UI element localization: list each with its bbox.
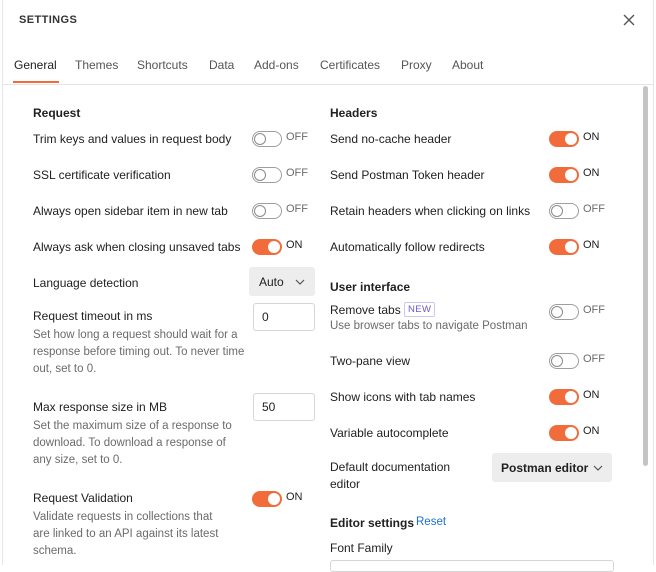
follow-redirects-state: ON (583, 239, 600, 251)
tab-icons-label: Show icons with tab names (330, 390, 476, 404)
retain-headers-toggle[interactable] (549, 203, 579, 219)
request-validation-description: Validate requests in collections that ar… (33, 511, 219, 557)
tab-proxy[interactable]: Proxy (401, 58, 432, 72)
tab-certificates[interactable]: Certificates (320, 58, 380, 72)
sidebar-new-tab-label: Always open sidebar item in new tab (33, 204, 228, 218)
no-cache-header-state: ON (583, 131, 600, 143)
language-detection-select[interactable]: Auto (249, 267, 315, 296)
postman-token-header-label: Send Postman Token header (330, 168, 485, 182)
two-pane-view-label: Two-pane view (330, 354, 411, 368)
retain-headers-state: OFF (583, 203, 605, 215)
ssl-verification-state: OFF (286, 167, 308, 179)
retain-headers-label: Retain headers when clicking on links (330, 204, 531, 218)
language-detection-label: Language detection (33, 276, 139, 290)
ssl-verification-label: SSL certificate verification (33, 168, 171, 182)
max-response-size-label: Max response size in MB (33, 400, 168, 414)
ssl-verification-toggle[interactable] (252, 167, 282, 183)
close-icon[interactable] (619, 10, 639, 30)
remove-tabs-label: Remove tabs (330, 303, 401, 317)
tab-about[interactable]: About (452, 58, 483, 72)
no-cache-header-label: Send no-cache header (330, 132, 452, 146)
max-response-size-description: Set the maximum size of a response to do… (33, 420, 232, 466)
font-family-input[interactable] (330, 560, 614, 572)
tab-general[interactable]: General (14, 58, 57, 72)
modal-title: SETTINGS (19, 14, 78, 26)
tab-icons-state: ON (583, 389, 600, 401)
new-badge: NEW (404, 302, 436, 317)
no-cache-header-toggle[interactable] (549, 131, 579, 147)
request-section-header: Request (33, 106, 81, 120)
settings-modal: SETTINGS General Themes Shortcuts Data A… (2, 0, 654, 572)
request-timeout-label: Request timeout in ms (33, 309, 153, 323)
ask-close-unsaved-label: Always ask when closing unsaved tabs (33, 240, 241, 254)
language-detection-value: Auto (259, 275, 284, 289)
tab-shortcuts[interactable]: Shortcuts (137, 58, 188, 72)
editor-settings-section-header: Editor settings (330, 516, 415, 530)
user-interface-section-header: User interface (330, 280, 411, 294)
trim-keys-toggle[interactable] (252, 131, 282, 147)
docs-editor-label-line2: editor (330, 477, 361, 491)
ask-close-unsaved-state: ON (286, 239, 303, 251)
request-validation-toggle[interactable] (252, 491, 282, 507)
postman-token-header-toggle[interactable] (549, 167, 579, 183)
two-pane-view-toggle[interactable] (549, 353, 579, 369)
request-timeout-input[interactable] (253, 303, 315, 331)
request-validation-label: Request Validation (33, 491, 133, 505)
remove-tabs-description: Use browser tabs to navigate Postman (330, 320, 528, 332)
variable-autocomplete-toggle[interactable] (549, 425, 579, 441)
sidebar-new-tab-toggle[interactable] (252, 203, 282, 219)
sidebar-new-tab-state: OFF (286, 203, 308, 215)
two-pane-view-state: OFF (583, 353, 605, 365)
headers-section-header: Headers (330, 106, 378, 120)
request-timeout-description: Set how long a request should wait for a… (33, 329, 245, 375)
follow-redirects-toggle[interactable] (549, 239, 579, 255)
active-tab-indicator (13, 81, 59, 83)
settings-tabs: General Themes Shortcuts Data Add-ons Ce… (3, 50, 653, 85)
reset-link[interactable]: Reset (416, 516, 446, 528)
variable-autocomplete-state: ON (583, 425, 600, 437)
scrollbar[interactable] (643, 86, 648, 466)
follow-redirects-label: Automatically follow redirects (330, 240, 485, 254)
chevron-down-icon (295, 279, 305, 285)
tab-add-ons[interactable]: Add-ons (254, 58, 299, 72)
variable-autocomplete-label: Variable autocomplete (330, 426, 449, 440)
docs-editor-label-line1: Default documentation (330, 460, 451, 474)
trim-keys-label: Trim keys and values in request body (33, 132, 232, 146)
ask-close-unsaved-toggle[interactable] (252, 239, 282, 255)
docs-editor-select[interactable]: Postman editor (492, 453, 612, 482)
font-family-label: Font Family (330, 541, 393, 555)
tab-icons-toggle[interactable] (549, 389, 579, 405)
tab-data[interactable]: Data (209, 58, 234, 72)
chevron-down-icon (593, 465, 603, 471)
max-response-size-input[interactable] (253, 393, 315, 421)
remove-tabs-state: OFF (583, 304, 605, 316)
remove-tabs-toggle[interactable] (549, 304, 579, 320)
postman-token-header-state: ON (583, 167, 600, 179)
docs-editor-value: Postman editor (501, 461, 589, 475)
trim-keys-state: OFF (286, 131, 308, 143)
tab-themes[interactable]: Themes (75, 58, 118, 72)
request-validation-state: ON (286, 491, 303, 503)
